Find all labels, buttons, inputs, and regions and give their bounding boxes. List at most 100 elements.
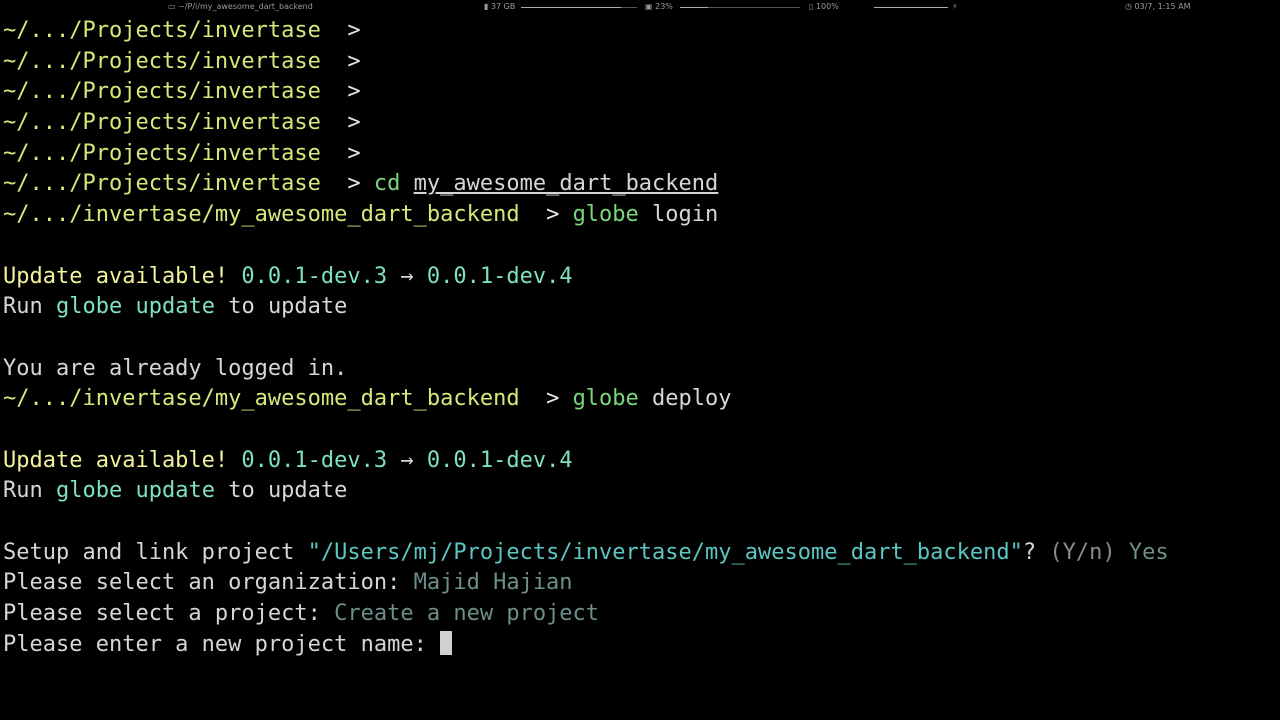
update-label: Update available! — [3, 263, 229, 289]
prompt-line: ~/.../Projects/invertase > — [3, 16, 1169, 47]
prompt-char: > — [347, 79, 361, 105]
prompt-question: Setup and link project "/Users/mj/Projec… — [3, 538, 1169, 569]
prompt-path: ~/.../Projects/invertase — [3, 79, 321, 105]
cpu-value: 23% — [655, 2, 673, 11]
clock[interactable]: ◷ 03/7, 1:15 AM — [1125, 2, 1190, 11]
prompt-char: > — [347, 110, 361, 136]
prompt-gap — [520, 202, 547, 227]
memory-icon: ▮ — [484, 2, 489, 11]
output-text: You are already logged in. — [3, 354, 1169, 385]
update-hint: Run globe update to update — [3, 476, 1169, 507]
prompt-line: ~/.../Projects/invertase > cd my_awesome… — [3, 169, 1169, 200]
question-text: Please select an organization: — [3, 570, 401, 596]
current-version: 0.0.1-dev.3 — [241, 263, 388, 289]
battery-icon: ▯ — [809, 2, 814, 11]
window-title-text: ~/P/i/my_awesome_dart_backend — [178, 2, 313, 11]
clock-icon: ◷ — [1125, 2, 1132, 11]
prompt-question: Please select a project: Create a new pr… — [3, 599, 1169, 630]
update-label: Update available! — [3, 447, 229, 473]
battery-bar-fill — [874, 7, 948, 8]
prompt-line: ~/.../Projects/invertase > — [3, 139, 1169, 170]
datetime-value: 03/7, 1:15 AM — [1134, 2, 1191, 11]
prompt-char: > — [347, 18, 361, 43]
prompt-char: > — [546, 202, 560, 228]
arrow-icon: → — [400, 447, 414, 473]
battery-value: 100% — [815, 2, 839, 11]
new-version: 0.0.1-dev.4 — [426, 447, 573, 473]
current-version: 0.0.1-dev.3 — [241, 447, 388, 473]
command-name: globe — [572, 202, 639, 228]
prompt-path: ~/.../Projects/invertase — [3, 18, 321, 43]
cpu-bar — [680, 7, 800, 8]
prompt-char: > — [546, 386, 560, 412]
prompt-path: ~/.../Projects/invertase — [3, 110, 321, 136]
prompt-char: > — [347, 48, 361, 74]
prompt-line: ~/.../Projects/invertase > — [3, 47, 1169, 78]
new-version: 0.0.1-dev.4 — [426, 263, 573, 289]
arrow-icon: → — [400, 263, 414, 289]
prompt-line: ~/.../Projects/invertase > — [3, 108, 1169, 139]
prompt-gap — [321, 79, 348, 104]
memory-bar-fill — [521, 7, 621, 8]
question-text: Setup and link project — [3, 539, 295, 565]
hint-suffix: to update — [228, 478, 348, 504]
window-title: ▭ ~/P/i/my_awesome_dart_backend — [168, 2, 313, 11]
command-args: my_awesome_dart_backend — [413, 171, 719, 197]
hint-prefix: Run — [3, 294, 43, 320]
command-args: login — [652, 202, 719, 228]
cpu-indicator[interactable]: ▣ 23% — [645, 2, 673, 11]
menu-bar: ▭ ~/P/i/my_awesome_dart_backend ▮ 37 GB … — [0, 0, 1280, 14]
cpu-bar-fill — [680, 7, 708, 8]
battery-indicator[interactable]: ▯ 100% — [809, 2, 839, 11]
text-cursor[interactable] — [440, 630, 453, 655]
charging-icon: ⚡ — [952, 2, 958, 11]
prompt-path: ~/.../Projects/invertase — [3, 171, 321, 197]
input-prompt: Please enter a new project name: — [3, 630, 1169, 661]
memory-value: 37 GB — [490, 2, 516, 11]
prompt-question: Please select an organization: Majid Haj… — [3, 568, 1169, 599]
project-path: "/Users/mj/Projects/invertase/my_awesome… — [307, 539, 1023, 565]
output-message: You are already logged in. — [3, 355, 348, 381]
question-answer: Create a new project — [334, 601, 600, 627]
prompt-char: > — [347, 171, 361, 197]
command-name: globe — [572, 386, 639, 412]
memory-bar — [521, 7, 637, 8]
memory-indicator[interactable]: ▮ 37 GB — [484, 2, 515, 11]
update-notice: Update available! 0.0.1-dev.3 → 0.0.1-de… — [3, 262, 1169, 293]
prompt-gap — [321, 18, 348, 43]
question-text: Please select a project: — [3, 601, 321, 627]
command-name: cd — [373, 171, 401, 197]
update-command: globe update — [56, 294, 215, 320]
choice-hint: (Y/n) — [1049, 539, 1116, 565]
command-args: deploy — [652, 386, 732, 412]
prompt-path: ~/.../invertase/my_awesome_dart_backend — [3, 202, 520, 228]
update-notice: Update available! 0.0.1-dev.3 → 0.0.1-de… — [3, 446, 1169, 477]
update-command: globe update — [56, 478, 215, 504]
prompt-gap — [321, 141, 348, 166]
prompt-line: ~/.../invertase/my_awesome_dart_backend … — [3, 200, 1169, 231]
question-answer: Majid Hajian — [413, 570, 573, 596]
prompt-line: ~/.../invertase/my_awesome_dart_backend … — [3, 384, 1169, 415]
terminal-output[interactable]: ~/.../Projects/invertase > ~/.../Projects… — [3, 16, 1169, 660]
prompt-path: ~/.../Projects/invertase — [3, 48, 321, 74]
prompt-gap — [321, 171, 348, 196]
cpu-icon: ▣ — [645, 2, 653, 11]
prompt-path: ~/.../invertase/my_awesome_dart_backend — [3, 386, 520, 412]
hint-prefix: Run — [3, 478, 43, 504]
prompt-gap — [520, 386, 547, 411]
prompt-gap — [321, 110, 348, 135]
battery-bar — [874, 7, 948, 8]
update-hint: Run globe update to update — [3, 292, 1169, 323]
prompt-line: ~/.../Projects/invertase > — [3, 77, 1169, 108]
prompt-path: ~/.../Projects/invertase — [3, 140, 321, 166]
prompt-char: > — [347, 140, 361, 166]
question-answer: Yes — [1128, 539, 1169, 565]
hint-suffix: to update — [228, 294, 348, 320]
input-question: Please enter a new project name: — [3, 631, 427, 657]
question-mark: ? — [1022, 539, 1037, 565]
prompt-gap — [321, 49, 348, 74]
